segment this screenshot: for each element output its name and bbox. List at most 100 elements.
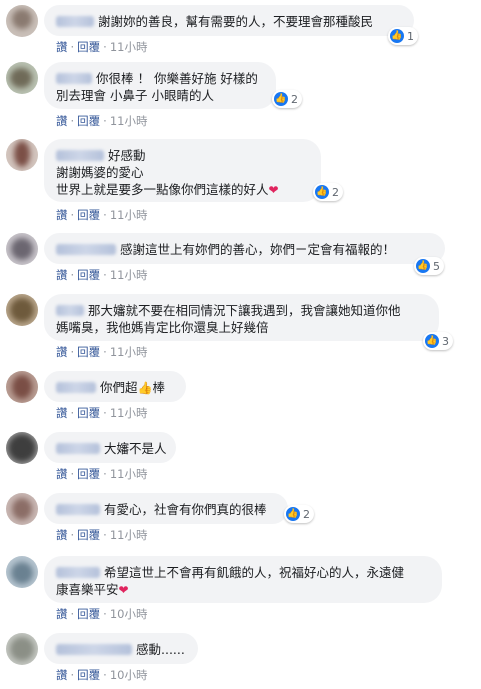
like-icon: 👍 [315,185,329,199]
reply-link[interactable]: 回覆 [77,528,100,542]
comment-actions: 讚 · 回覆 · 11小時 [56,406,148,420]
like-link[interactable]: 讚 [56,268,68,282]
comment-text-line: 你們超👍棒 [56,379,174,397]
reaction-count[interactable]: 👍 2 [313,183,343,201]
timestamp[interactable]: 11小時 [110,406,148,420]
commenter-name[interactable] [56,16,94,27]
reaction-count[interactable]: 👍 2 [272,90,302,108]
comment-bubble: 那大嬸就不要在相同情況下讓我遇到，我會讓她知道你他 媽嘴臭，我他媽肯定比你還臭上… [44,294,439,341]
like-icon: 👍 [416,259,430,273]
avatar[interactable] [6,139,38,171]
comment-text-line: 謝謝媽婆的愛心 [56,165,144,180]
timestamp[interactable]: 11小時 [110,528,148,542]
like-link[interactable]: 讚 [56,528,68,542]
comment-actions: 讚 · 回覆 · 10小時 [56,668,148,682]
like-link[interactable]: 讚 [56,668,68,682]
comment-actions: 讚 · 回覆 · 11小時 [56,114,148,128]
avatar[interactable] [6,5,38,37]
comment-text-line: 希望這世上不會再有飢餓的人，祝福好心的人，永遠健 [56,564,430,581]
avatar[interactable] [6,233,38,265]
reply-link[interactable]: 回覆 [77,467,100,481]
comment-actions: 讚 · 回覆 · 11小時 [56,40,148,54]
comment-bubble: 好感動 謝謝媽婆的愛心 世界上就是要多一點像你們這樣的好人❤ [44,139,321,202]
like-link[interactable]: 讚 [56,114,68,128]
comment-text-line: 你很棒 ！ 你樂善好施 好樣的 [56,70,264,87]
comment-bubble: 謝謝妳的善良，幫有需要的人，不要理會那種酸民 [44,5,414,36]
comment-actions: 讚 · 回覆 · 10小時 [56,607,148,621]
timestamp[interactable]: 10小時 [110,668,148,682]
like-link[interactable]: 讚 [56,40,68,54]
comment-text-line: 謝謝妳的善良，幫有需要的人，不要理會那種酸民 [56,13,402,30]
timestamp[interactable]: 10小時 [110,607,148,621]
timestamp[interactable]: 11小時 [110,467,148,481]
reply-link[interactable]: 回覆 [77,406,100,420]
avatar[interactable] [6,62,38,94]
reply-link[interactable]: 回覆 [77,345,100,359]
avatar[interactable] [6,371,38,403]
reply-link[interactable]: 回覆 [77,268,100,282]
thumbs-up-emoji-icon: 👍 [137,381,153,395]
commenter-name[interactable] [56,382,96,393]
commenter-name[interactable] [56,244,116,255]
avatar[interactable] [6,432,38,464]
comment-bubble: 你很棒 ！ 你樂善好施 好樣的 別去理會 小鼻子 小眼睛的人 [44,62,276,109]
timestamp[interactable]: 11小時 [110,208,148,222]
comment-bubble: 有愛心，社會有你們真的很棒 [44,493,288,524]
comment-bubble: 感謝這世上有妳們的善心，妳們ㄧ定會有福報的！ [44,233,445,264]
comment-text-line: 媽嘴臭，我他媽肯定比你還臭上好幾倍 [56,320,269,335]
reply-link[interactable]: 回覆 [77,114,100,128]
reply-link[interactable]: 回覆 [77,40,100,54]
avatar[interactable] [6,493,38,525]
avatar[interactable] [6,633,38,665]
heart-icon: ❤ [268,183,279,197]
reaction-count[interactable]: 👍 1 [388,27,418,45]
comment-bubble: 希望這世上不會再有飢餓的人，祝福好心的人，永遠健 康喜樂平安❤ [44,556,442,603]
avatar[interactable] [6,556,38,588]
timestamp[interactable]: 11小時 [110,114,148,128]
like-icon: 👍 [286,507,300,521]
like-link[interactable]: 讚 [56,345,68,359]
reply-link[interactable]: 回覆 [77,668,100,682]
commenter-name[interactable] [56,73,92,84]
comment-text-line: 別去理會 小鼻子 小眼睛的人 [56,88,214,103]
comment-actions: 讚 · 回覆 · 11小時 [56,528,148,542]
comment-actions: 讚 · 回覆 · 11小時 [56,345,148,359]
comment-actions: 讚 · 回覆 · 11小時 [56,208,148,222]
reaction-count[interactable]: 👍 3 [423,332,453,350]
comment-text-line: 好感動 [56,147,309,164]
comment-text-line: 世界上就是要多一點像你們這樣的好人❤ [56,182,279,197]
timestamp[interactable]: 11小時 [110,268,148,282]
like-link[interactable]: 讚 [56,208,68,222]
reaction-count[interactable]: 👍 5 [414,257,444,275]
comment-bubble: 感動...... [44,633,198,664]
comment-text-line: 那大嬸就不要在相同情況下讓我遇到，我會讓她知道你他 [56,302,427,319]
commenter-name[interactable] [56,443,100,454]
commenter-name[interactable] [56,644,132,655]
comment-text-line: 康喜樂平安❤ [56,582,129,597]
like-link[interactable]: 讚 [56,467,68,481]
avatar[interactable] [6,294,38,326]
heart-icon: ❤ [118,583,129,597]
comment-text-line: 有愛心，社會有你們真的很棒 [56,501,276,518]
comment-text-line: 感動...... [56,641,186,658]
reply-link[interactable]: 回覆 [77,607,100,621]
comment-actions: 讚 · 回覆 · 11小時 [56,268,148,282]
comment-actions: 讚 · 回覆 · 11小時 [56,467,148,481]
like-icon: 👍 [274,92,288,106]
timestamp[interactable]: 11小時 [110,345,148,359]
like-icon: 👍 [390,29,404,43]
commenter-name[interactable] [56,504,100,515]
comment-text-line: 感謝這世上有妳們的善心，妳們ㄧ定會有福報的！ [56,241,433,258]
like-link[interactable]: 讚 [56,406,68,420]
comment-text-line: 大嬸不是人 [56,440,167,457]
timestamp[interactable]: 11小時 [110,40,148,54]
commenter-name[interactable] [56,305,84,316]
reaction-count[interactable]: 👍 2 [284,505,314,523]
comment-bubble: 你們超👍棒 [44,371,186,402]
like-icon: 👍 [425,334,439,348]
reply-link[interactable]: 回覆 [77,208,100,222]
commenter-name[interactable] [56,567,100,578]
commenter-name[interactable] [56,150,104,161]
like-link[interactable]: 讚 [56,607,68,621]
comment-bubble: 大嬸不是人 [44,432,176,463]
